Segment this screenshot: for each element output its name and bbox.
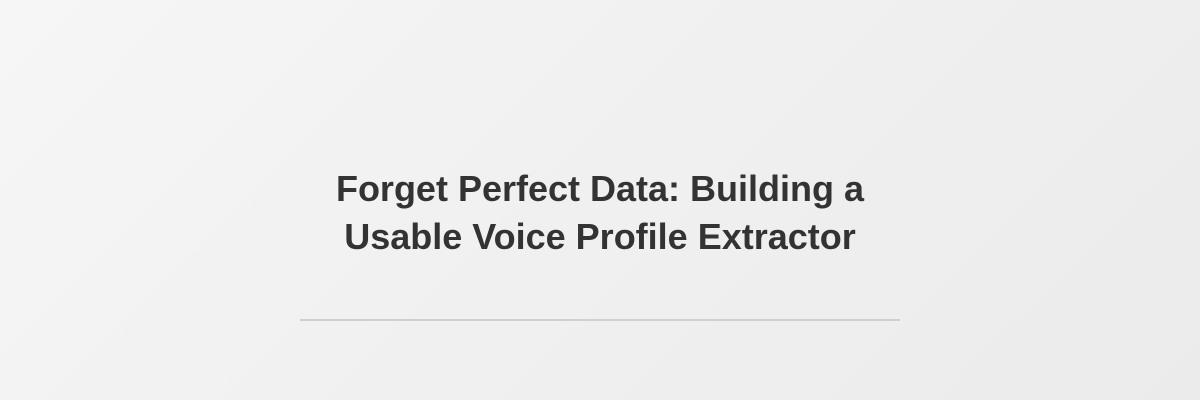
title-banner: Forget Perfect Data: Building a Usable V… [0, 0, 1200, 400]
title-line-1: Forget Perfect Data: Building a [335, 168, 865, 209]
page-title: Forget Perfect Data: Building a Usable V… [300, 165, 900, 261]
divider [300, 319, 900, 321]
title-line-2: Usable Voice Profile Extractor [344, 216, 856, 257]
